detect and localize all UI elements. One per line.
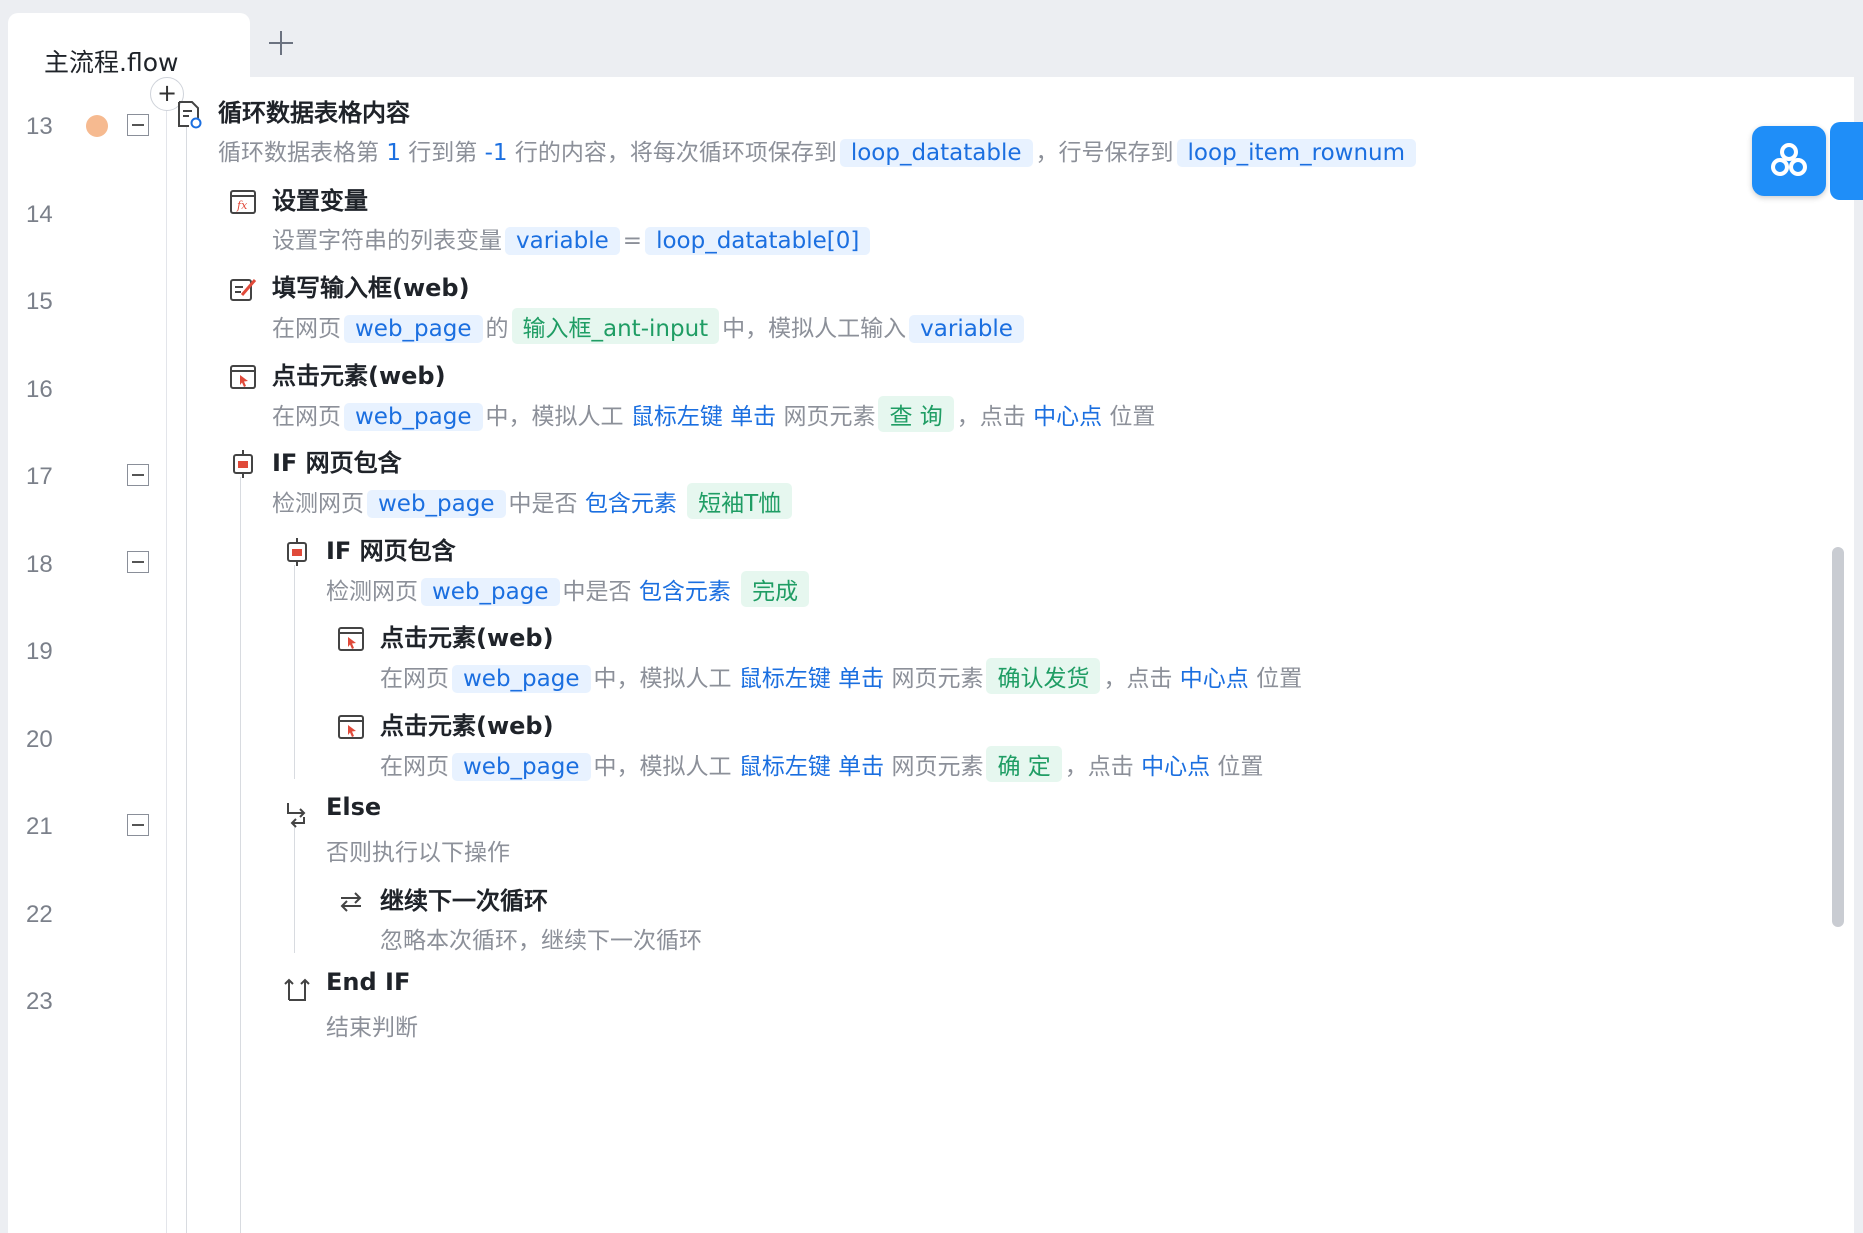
- variable-chip[interactable]: web_page: [452, 753, 591, 781]
- vertical-scrollbar[interactable]: [1832, 547, 1844, 927]
- indent-guide: [294, 565, 295, 779]
- variable-chip[interactable]: web_page: [421, 578, 560, 606]
- line-number: 21: [26, 813, 53, 840]
- variable-chip[interactable]: variable: [505, 227, 620, 255]
- step-title: 点击元素(web): [380, 712, 554, 740]
- tab-bar: 主流程.flow: [0, 0, 1863, 77]
- step-title: 点击元素(web): [380, 624, 554, 652]
- step-description: 否则执行以下操作: [326, 840, 510, 866]
- else-branch-icon: [287, 803, 306, 828]
- breakpoint-dot[interactable]: [86, 115, 108, 137]
- flow-editor: + 13 14 15 16 17 18 19 20 21 22 23 循环数据表…: [8, 77, 1854, 1233]
- continue-loop-icon: [340, 892, 362, 912]
- end-if-icon: [284, 978, 310, 1001]
- step-title: IF 网页包含: [272, 449, 402, 477]
- variable-chip[interactable]: loop_item_rownum: [1176, 139, 1417, 167]
- step-description: 结束判断: [326, 1015, 418, 1041]
- variable-chip[interactable]: loop_datatable[0]: [645, 227, 871, 255]
- step-description: 在网页 web_page 中，模拟人工 鼠标左键 单击 网页元素 确认发货 ，点击 中心…: [380, 658, 1302, 694]
- svg-text:fx: fx: [236, 199, 248, 212]
- step-description: 在网页 web_page 中，模拟人工 鼠标左键 单击 网页元素查 询，点击 中心点…: [272, 396, 1155, 432]
- variable-chip[interactable]: web_page: [367, 490, 506, 518]
- fold-toggle[interactable]: [127, 464, 149, 486]
- fx-icon: fx: [230, 190, 256, 214]
- line-number: 13: [26, 113, 53, 140]
- tab-main-flow[interactable]: 主流程.flow: [8, 13, 250, 77]
- step-description: 循环数据表格第 1 行到第 -1 行的内容，将每次循环项保存到 loop_data…: [218, 133, 1419, 167]
- step-title: 设置变量: [272, 187, 368, 215]
- line-number: 20: [26, 726, 53, 753]
- step-title: 循环数据表格内容: [218, 99, 410, 127]
- cloud-link-button[interactable]: [1752, 126, 1826, 196]
- line-number: 23: [26, 988, 53, 1015]
- element-chip[interactable]: 查 询: [878, 396, 954, 432]
- line-number: 15: [26, 288, 53, 315]
- fold-toggle[interactable]: [127, 114, 149, 136]
- line-number: 18: [26, 551, 53, 578]
- click-element-icon: [230, 365, 256, 389]
- line-number: 17: [26, 463, 53, 490]
- indent-guide: [240, 477, 241, 1233]
- step-description: 设置字符串的列表变量 variable = loop_datatable[0]: [272, 221, 873, 255]
- step-title: 继续下一次循环: [380, 887, 548, 915]
- element-chip[interactable]: 确认发货: [986, 658, 1101, 694]
- side-panel-tab[interactable]: [1830, 122, 1863, 200]
- variable-chip[interactable]: web_page: [344, 403, 483, 431]
- step-title: 填写输入框(web): [272, 274, 470, 302]
- line-number: 14: [26, 201, 53, 228]
- step-description: 在网页 web_page 的输入框_ant-input 中，模拟人工输入 variabl…: [272, 308, 1027, 344]
- indent-guide: [294, 827, 295, 953]
- step-description: 检测网页 web_page 中是否 包含元素 完成: [326, 571, 812, 607]
- loop-table-icon: [178, 101, 202, 129]
- line-number: 22: [26, 901, 53, 928]
- element-chip[interactable]: 完成: [741, 571, 810, 607]
- line-number: 19: [26, 638, 53, 665]
- tab-label: 主流程.flow: [44, 48, 179, 77]
- line-number: 16: [26, 376, 53, 403]
- add-tab-button[interactable]: [266, 28, 296, 58]
- edit-input-icon: [230, 279, 257, 301]
- step-description: 在网页 web_page 中，模拟人工 鼠标左键 单击 网页元素确 定，点击 中心点…: [380, 746, 1263, 782]
- variable-chip[interactable]: loop_datatable: [839, 139, 1033, 167]
- cloud-link-icon: [1771, 143, 1807, 176]
- variable-chip[interactable]: variable: [909, 315, 1024, 343]
- variable-chip[interactable]: web_page: [452, 665, 591, 693]
- step-title: 点击元素(web): [272, 362, 446, 390]
- gutter-divider: [166, 77, 167, 1233]
- if-contains-icon: [287, 538, 307, 566]
- element-chip[interactable]: 确 定: [986, 746, 1062, 782]
- fold-toggle[interactable]: [127, 551, 149, 573]
- step-title: IF 网页包含: [326, 537, 456, 565]
- click-element-icon: [338, 715, 364, 739]
- step-title: End IF: [326, 968, 411, 996]
- click-element-icon: [338, 627, 364, 651]
- step-description: 忽略本次循环，继续下一次循环: [380, 928, 702, 954]
- step-description: 检测网页 web_page 中是否 包含元素 短袖T恤: [272, 483, 795, 519]
- indent-guide: [186, 127, 187, 1233]
- variable-chip[interactable]: web_page: [344, 315, 483, 343]
- element-chip[interactable]: 输入框_ant-input: [511, 308, 720, 344]
- element-chip[interactable]: 短袖T恤: [687, 483, 793, 519]
- step-title: Else: [326, 793, 382, 821]
- fold-toggle[interactable]: [127, 814, 149, 836]
- if-contains-icon: [233, 450, 253, 478]
